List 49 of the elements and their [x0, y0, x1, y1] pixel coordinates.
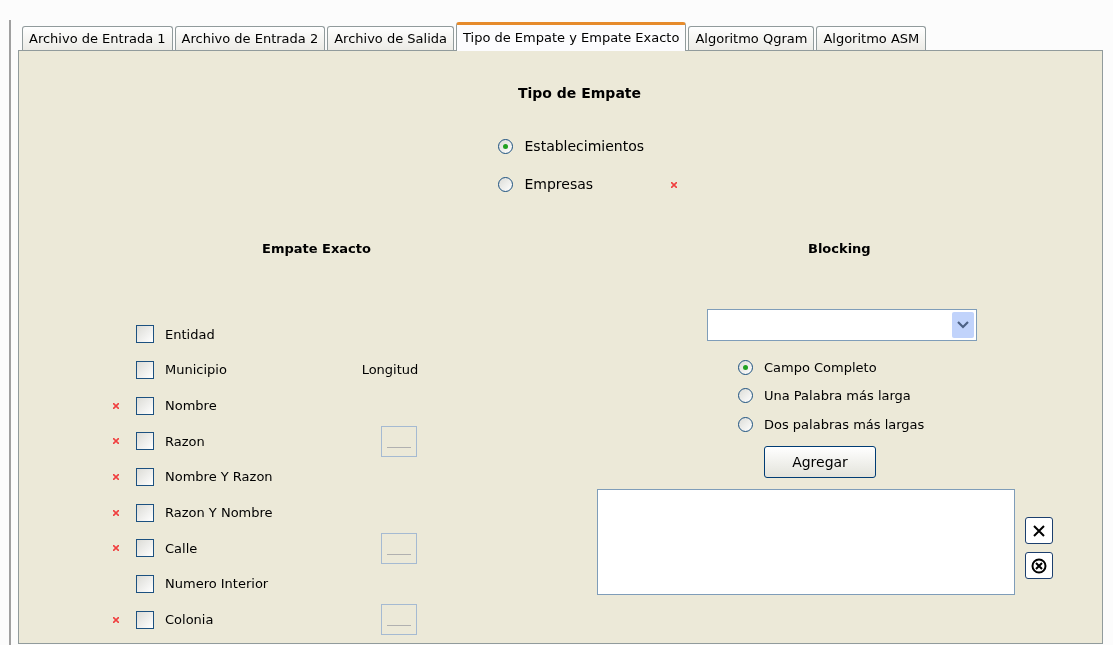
radio-label: Campo Completo: [764, 358, 877, 377]
radio-button[interactable]: [738, 359, 753, 375]
close-button[interactable]: [1025, 517, 1053, 544]
checkbox-label: Nombre Y Razon: [165, 468, 274, 487]
checkbox-label: Numero Interior: [165, 575, 270, 594]
tab[interactable]: Archivo de Salida: [327, 26, 454, 50]
checkbox[interactable]: [136, 325, 154, 344]
checkbox-label: Razon: [165, 432, 206, 451]
checkbox-label: Nombre: [165, 396, 218, 415]
radio-button[interactable]: [497, 139, 513, 154]
section-title: Empate Exacto: [262, 240, 371, 258]
tab[interactable]: Archivo de Entrada 2: [174, 26, 326, 50]
checkbox[interactable]: [136, 539, 154, 558]
radio-label: Una Palabra más larga: [764, 387, 911, 405]
checkbox[interactable]: [136, 575, 154, 594]
tab[interactable]: Algoritmo Qgram: [688, 26, 815, 50]
checkbox[interactable]: [136, 468, 154, 487]
radio-label: Empresas: [524, 175, 595, 194]
radio-button[interactable]: [738, 416, 753, 432]
column-heading: Longitud: [361, 361, 419, 380]
checkbox[interactable]: [136, 503, 154, 522]
section-title: Tipo de Empate: [517, 84, 642, 103]
checkbox-label: Colonia: [165, 611, 215, 630]
checkbox[interactable]: [136, 610, 154, 629]
checkbox-label: Entidad: [165, 325, 216, 344]
checkbox[interactable]: [136, 396, 154, 415]
length-field[interactable]: [381, 604, 417, 636]
radio-label: Establecimientos: [524, 137, 646, 156]
checkbox-label: Calle: [165, 539, 199, 558]
checkbox-label: Razon Y Nombre: [165, 504, 274, 523]
radio-button[interactable]: [497, 177, 513, 192]
length-field[interactable]: [381, 532, 417, 564]
chevron-down-icon: [952, 311, 974, 338]
tab[interactable]: Algoritmo ASM: [816, 26, 927, 50]
radio-button[interactable]: [738, 388, 753, 404]
section-title: Blocking: [808, 240, 872, 258]
length-field[interactable]: [381, 425, 417, 457]
checkbox[interactable]: [136, 432, 154, 451]
clear-button[interactable]: [1025, 552, 1053, 579]
radio-label: Dos palabras más largas: [764, 415, 925, 434]
tab[interactable]: Tipo de Empate y Empate Exacto: [456, 22, 687, 51]
list-box[interactable]: [597, 489, 1015, 595]
tab[interactable]: Archivo de Entrada 1: [22, 26, 173, 50]
add-button[interactable]: Agregar: [764, 446, 876, 478]
dropdown[interactable]: [707, 308, 977, 341]
checkbox-label: Municipio: [165, 361, 228, 380]
close-icon: [1032, 523, 1046, 538]
circled-x-icon: [1031, 557, 1047, 574]
checkbox[interactable]: [136, 361, 154, 380]
